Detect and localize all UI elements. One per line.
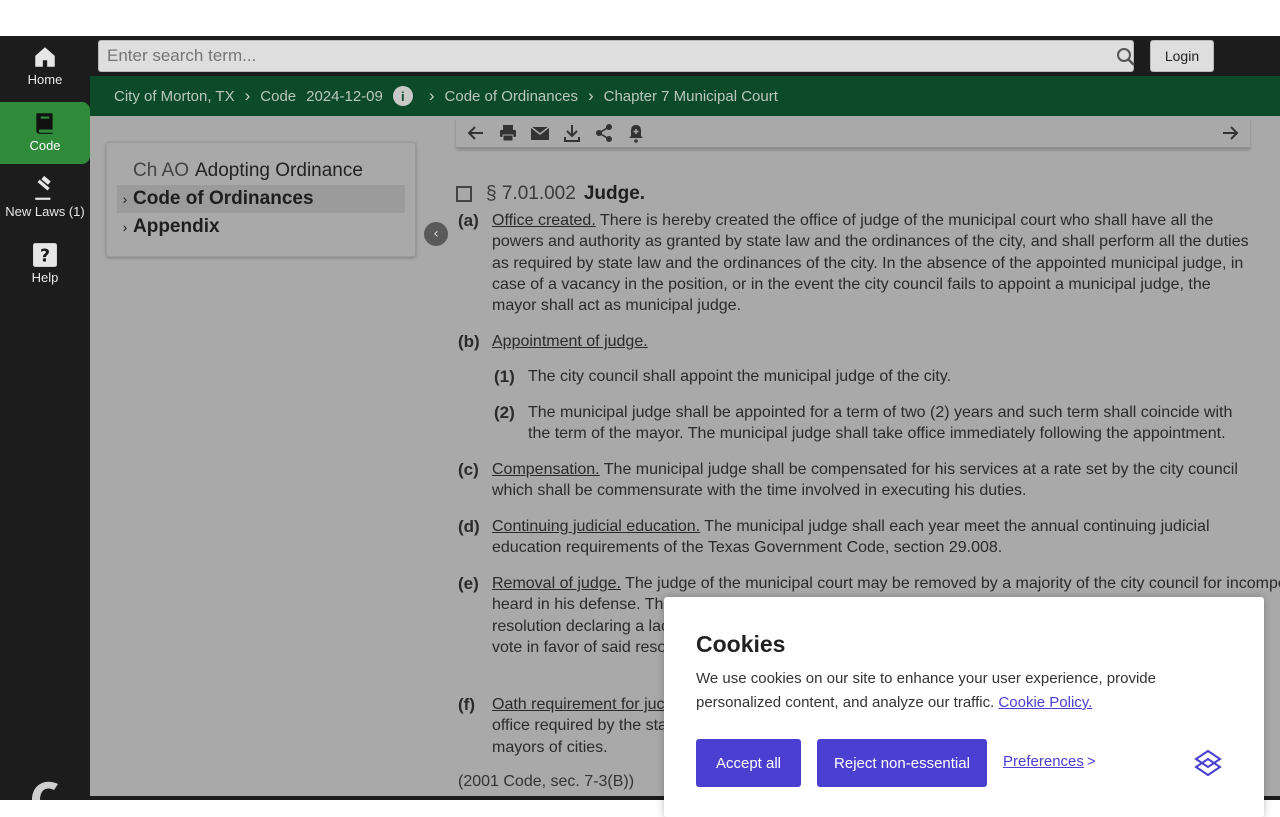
subparagraph-2: (2) The municipal judge shall be appoint… (492, 402, 1252, 445)
rail-item-home[interactable]: Home (0, 36, 90, 98)
toc-item-prefix: Ch AO (133, 160, 189, 181)
preferences-arrow: > (1086, 753, 1096, 770)
chevron-right-icon: › (587, 86, 594, 105)
left-rail: Home Code New Laws (1) ? Help (0, 36, 90, 800)
paragraph-d: (d) Continuing judicial education. The m… (456, 516, 1252, 559)
subparagraph-number: (2) (494, 403, 515, 422)
cookie-dialog-title: Cookies (696, 631, 786, 657)
paragraph-letter: (d) (458, 517, 480, 536)
breadcrumb-item-code-of-ordinances[interactable]: Code of Ordinances (445, 88, 578, 105)
toc-item-adopting-ordinance[interactable]: Ch AO Adopting Ordinance (117, 157, 405, 185)
subparagraph-text: The city council shall appoint the munic… (528, 368, 952, 385)
cookie-policy-link[interactable]: Cookie Policy. (998, 694, 1092, 711)
subparagraph-1: (1) The city council shall appoint the m… (492, 366, 1252, 387)
download-icon[interactable] (562, 123, 582, 143)
paragraph-text: The judge of the municipal court may be … (625, 575, 1280, 592)
browser-top-strip (0, 0, 1280, 36)
accept-all-button[interactable]: Accept all (696, 739, 801, 787)
rail-item-label: Home (27, 72, 63, 87)
paragraph-heading: Appointment of judge. (492, 333, 648, 350)
paragraph-a: (a) Office created. There is hereby crea… (456, 210, 1252, 316)
paragraph-letter: (f) (458, 695, 475, 714)
breadcrumb: City of Morton, TX › Code 2024-12-09 i ›… (90, 76, 1280, 116)
share-icon[interactable] (594, 123, 614, 143)
paragraph-text: There is hereby created the office of ju… (492, 212, 1249, 315)
paragraph-heading: Continuing judicial education. (492, 518, 701, 535)
breadcrumb-item-code[interactable]: Code (260, 88, 296, 105)
svg-text:?: ? (40, 247, 50, 267)
paragraph-body: Office created. There is hereby created … (492, 210, 1252, 316)
chevron-right-icon: › (428, 86, 435, 105)
rail-item-new-laws[interactable]: New Laws (1) (0, 168, 90, 230)
search-bar: Login (90, 36, 1280, 76)
toc-item-appendix[interactable]: › Appendix (117, 213, 405, 241)
paragraph-body: Compensation. The municipal judge shall … (492, 459, 1252, 502)
paragraph-c: (c) Compensation. The municipal judge sh… (456, 459, 1252, 502)
paragraph-b: (b) Appointment of judge. (456, 331, 1252, 352)
preferences-link[interactable]: Preferences > (1003, 753, 1096, 770)
print-icon[interactable] (498, 123, 518, 143)
document-toolbar (456, 118, 1250, 148)
paragraph-letter: (c) (458, 460, 479, 479)
paragraph-letter: (a) (458, 211, 479, 230)
breadcrumb-item-city[interactable]: City of Morton, TX (114, 88, 235, 105)
search-input[interactable] (98, 40, 1134, 72)
collapse-toc-button[interactable]: ‹ (424, 222, 448, 246)
cookie-dialog-message: We use cookies on our site to enhance yo… (696, 667, 1236, 715)
chevron-left-icon: ‹ (433, 226, 439, 242)
paragraph-body: Appointment of judge. (492, 331, 1252, 352)
chevron-right-icon: › (244, 86, 251, 105)
brand-logo-icon (32, 781, 58, 800)
breadcrumb-item-chapter[interactable]: Chapter 7 Municipal Court (604, 88, 778, 105)
bell-add-icon[interactable] (626, 123, 646, 143)
section-number: § 7.01.002 (486, 183, 576, 204)
info-icon[interactable]: i (392, 86, 413, 106)
app-shell: Home Code New Laws (1) ? Help Login City… (0, 36, 1280, 817)
preferences-label: Preferences (1003, 753, 1084, 770)
toc-item-label: Adopting Ordinance (194, 160, 363, 181)
paragraph-heading: Office created. (492, 212, 596, 229)
rail-item-label: Code (29, 138, 61, 153)
help-icon: ? (33, 243, 57, 267)
paragraph-heading: Removal of judge. (492, 575, 621, 592)
history-note: (2001 Code, sec. 7-3(B)) (458, 773, 635, 790)
home-icon (35, 47, 55, 67)
subparagraph-number: (1) (494, 367, 515, 386)
toc-item-label: Appendix (133, 216, 220, 237)
paragraph-heading: Compensation. (492, 461, 600, 478)
paragraph-letter: (e) (458, 574, 479, 593)
rail-item-label: New Laws (1) (5, 204, 85, 219)
toc-item-label: Code of Ordinances (133, 188, 314, 209)
email-icon[interactable] (530, 123, 550, 143)
cookie-consent-dialog: Cookies We use cookies on our site to en… (664, 597, 1264, 817)
breadcrumb-item-version-date[interactable]: 2024-12-09 (306, 88, 383, 105)
login-button[interactable]: Login (1150, 40, 1214, 72)
rail-item-code[interactable]: Code (0, 102, 90, 164)
search-icon[interactable] (1116, 47, 1136, 67)
subparagraph-text: The municipal judge shall be appointed f… (528, 404, 1233, 443)
book-icon (36, 113, 53, 134)
arrow-left-icon[interactable] (466, 123, 486, 143)
section-heading: § 7.01.002 Judge. (456, 180, 1016, 208)
paragraph-text: The municipal judge shall be compensated… (492, 461, 1238, 500)
paragraph-body: Continuing judicial education. The munic… (492, 516, 1252, 559)
chevron-right-icon: › (122, 191, 128, 207)
arrow-right-icon[interactable] (1220, 123, 1240, 143)
consent-provider-logo-icon (1194, 749, 1222, 777)
chevron-right-icon: › (122, 219, 128, 235)
reject-non-essential-button[interactable]: Reject non-essential (817, 739, 987, 787)
rail-item-label: Help (31, 270, 59, 285)
toc-item-code-of-ordinances[interactable]: › Code of Ordinances (117, 185, 405, 213)
table-of-contents: Ch AO Adopting Ordinance › Code of Ordin… (106, 142, 416, 257)
section-title: Judge. (583, 183, 646, 204)
gavel-icon (35, 176, 51, 200)
section-select-checkbox[interactable] (456, 186, 472, 202)
rail-item-help[interactable]: ? Help (0, 234, 90, 296)
paragraph-letter: (b) (458, 332, 480, 351)
